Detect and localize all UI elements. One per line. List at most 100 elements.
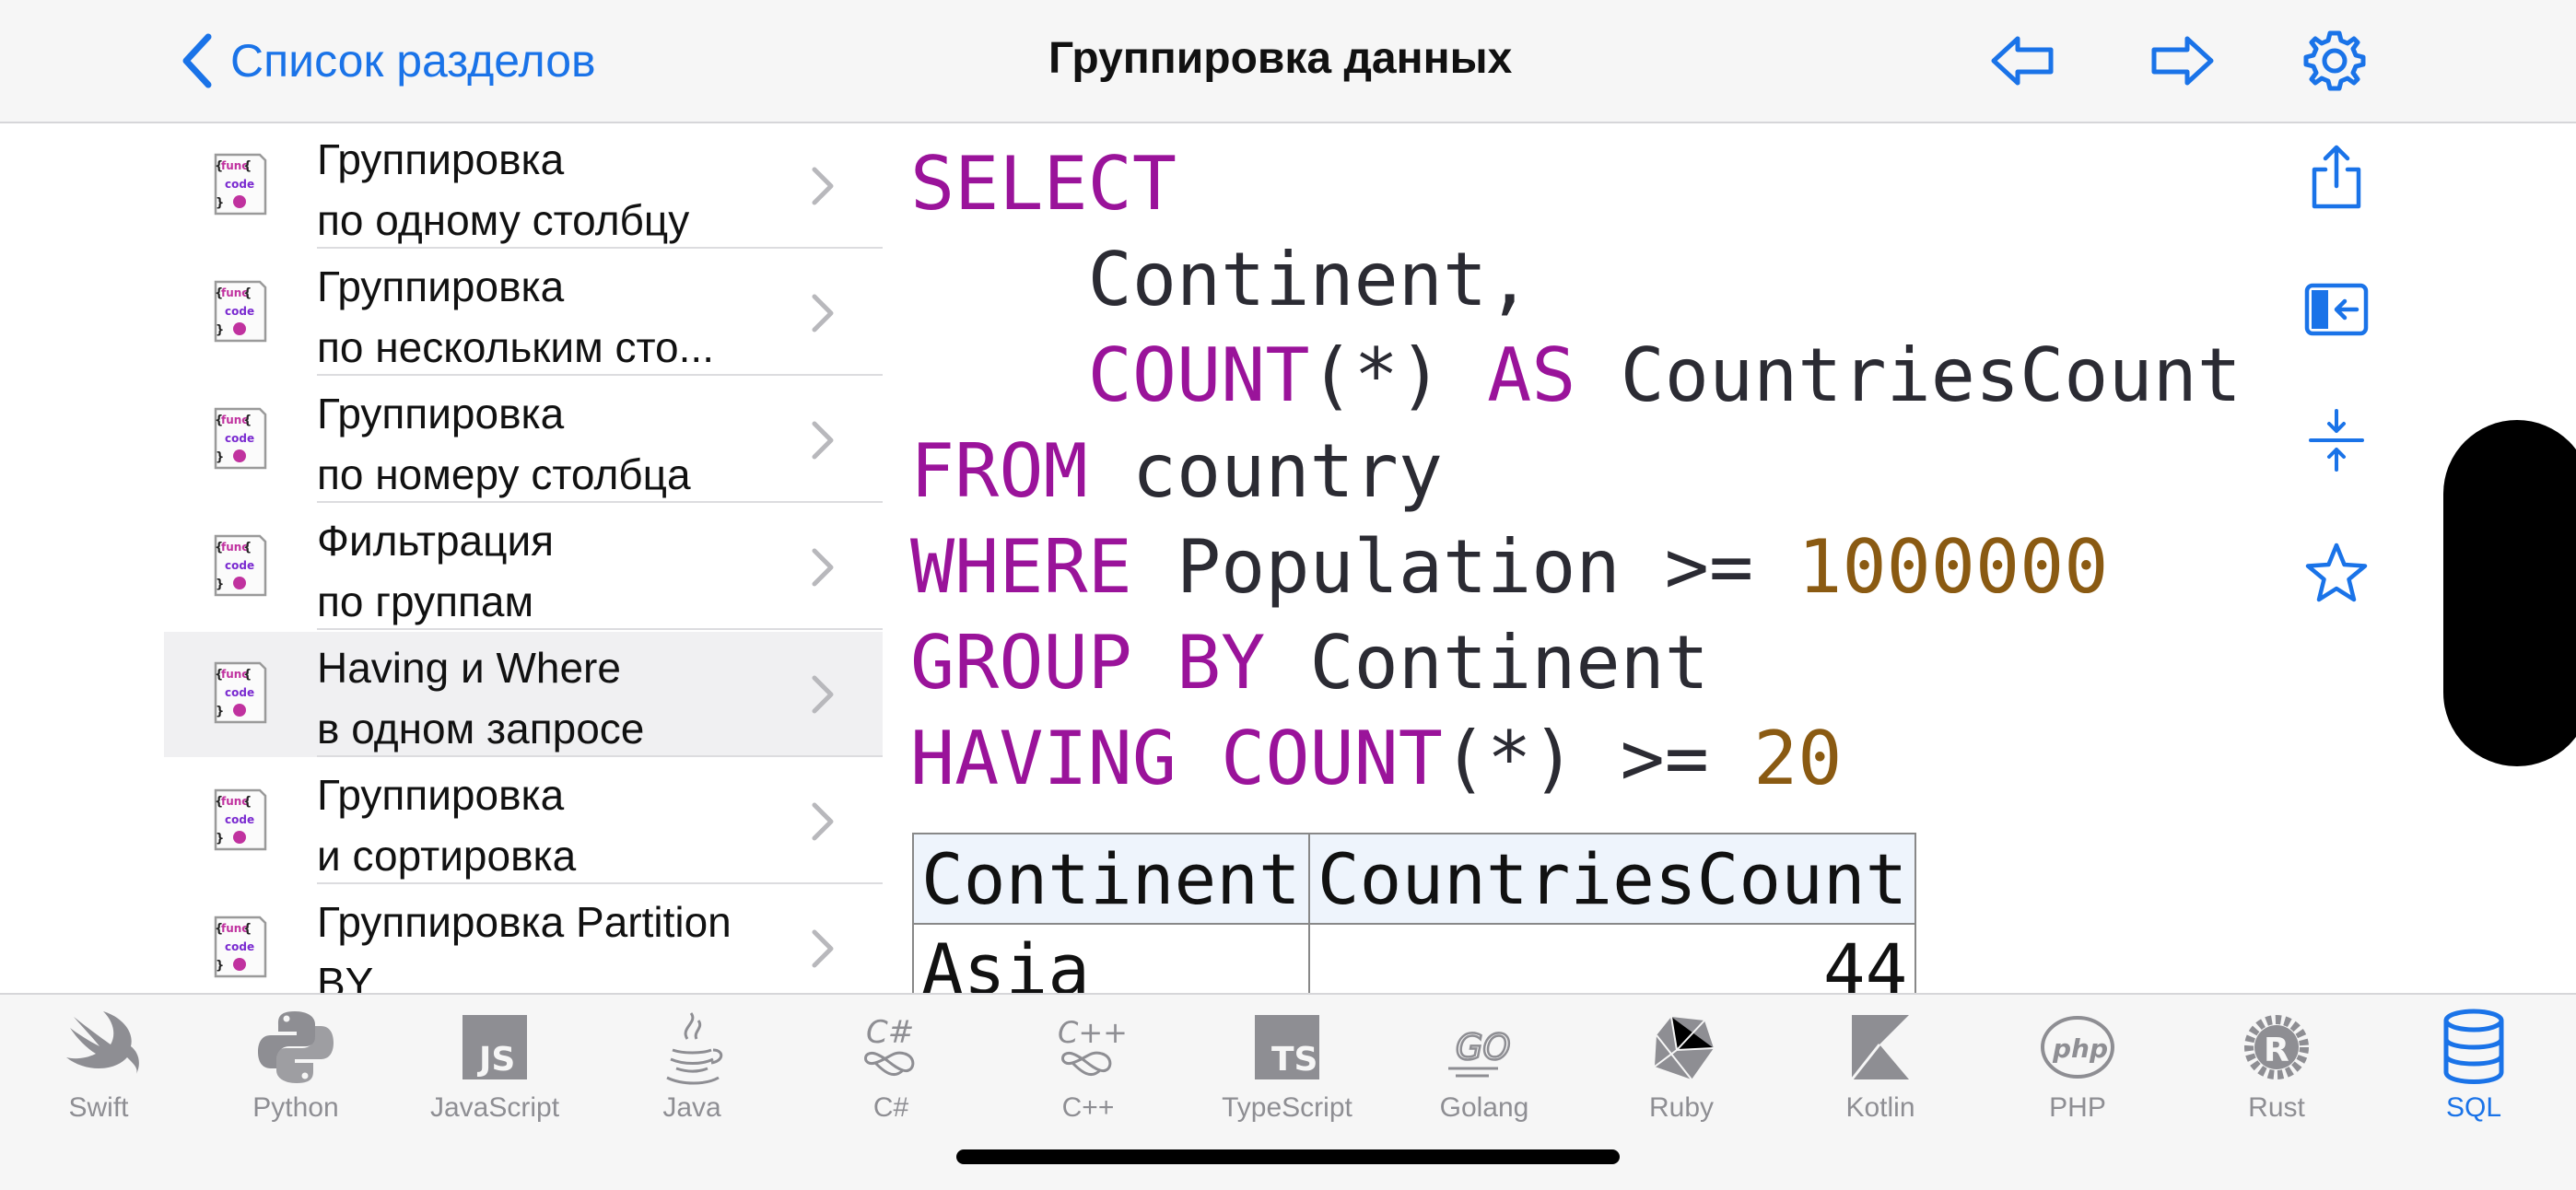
list-item[interactable]: {func{code} Группировка по номеру столбца (164, 378, 883, 503)
chevron-left-icon (182, 33, 212, 88)
list-item-title: Группировка Partition BY (317, 892, 796, 993)
func-code-icon: {func{code} (214, 280, 267, 343)
svg-text:}: } (216, 705, 224, 718)
func-code-icon: {func{code} (214, 153, 267, 216)
list-item-line1: Группировка Partition (317, 898, 732, 946)
gear-icon[interactable] (2301, 28, 2368, 94)
star-icon[interactable] (2303, 540, 2370, 606)
svg-text:php: php (2052, 1033, 2108, 1064)
tab-label: Ruby (1648, 1092, 1715, 1123)
list-item[interactable]: {func{code} Группировка и сортировка (164, 759, 883, 884)
svg-text:GO: GO (1456, 1027, 1510, 1068)
section-list: {func{code} Группировка по одному столбцу{… (164, 123, 883, 993)
code-condition: Population >= (1131, 524, 1798, 610)
chevron-right-icon (812, 421, 834, 460)
code-keyword-where: WHERE (910, 524, 1132, 610)
ruby-icon (1654, 1016, 1715, 1080)
table-header: CountriesCount (1307, 833, 1917, 925)
tab-label: Kotlin (1845, 1092, 1915, 1123)
list-item-line2: по нескольким сто... (317, 323, 714, 371)
list-item[interactable]: {func{code} Группировка по нескольким сто.… (164, 251, 883, 376)
tab-label: C++ (1061, 1092, 1115, 1123)
svg-text:code: code (225, 559, 254, 572)
list-item-title: Группировка по номеру столбца (317, 383, 796, 505)
list-item-line2: по номеру столбца (317, 450, 691, 498)
list-item-line2: по группам (317, 578, 534, 625)
tab-label: PHP (2049, 1092, 2106, 1123)
navigation-bar: Список разделов Группировка данных (0, 0, 2576, 123)
list-item-line1: Фильтрация (317, 517, 555, 565)
chevron-right-icon (812, 167, 834, 205)
svg-text:}: } (216, 323, 224, 337)
svg-text:}: } (216, 450, 224, 464)
chevron-right-icon (812, 675, 834, 714)
tab-c-[interactable]: C++ C++ (989, 1004, 1187, 1142)
tab-python[interactable]: Python (197, 1004, 394, 1142)
list-item[interactable]: {func{code} Фильтрация по группам (164, 505, 883, 630)
divider (317, 755, 883, 757)
code-number: 1000000 (1797, 524, 2109, 610)
svg-text:{: { (243, 668, 252, 682)
svg-text:}: } (216, 832, 224, 846)
func-code-icon: {func{code} (214, 534, 267, 597)
python-icon (258, 1011, 334, 1083)
divider (317, 882, 883, 884)
tab-php[interactable]: php PHP (1979, 1004, 2176, 1142)
tab-kotlin[interactable]: Kotlin (1782, 1004, 1979, 1142)
svg-text:}: } (216, 578, 224, 591)
tab-label: Python (252, 1092, 339, 1123)
arrow-right-icon[interactable] (2149, 31, 2215, 90)
svg-text:C++: C++ (1058, 1015, 1128, 1050)
tab-javascript[interactable]: JS JavaScript (396, 1004, 593, 1142)
arrow-left-icon[interactable] (1990, 31, 2056, 90)
code-keyword-group-by: GROUP BY (910, 620, 1266, 706)
list-item[interactable]: {func{code} Группировка Partition BY (164, 886, 883, 993)
database-icon (2443, 1009, 2504, 1084)
tab-label: Swift (68, 1092, 129, 1123)
page-title: Группировка данных (1048, 34, 1513, 83)
svg-text:code: code (225, 940, 254, 953)
tab-label: Golang (1439, 1092, 1529, 1123)
tab-typescript[interactable]: TS TypeScript (1188, 1004, 1386, 1142)
svg-text:{: { (243, 159, 252, 173)
tab-golang[interactable]: GO Golang (1386, 1004, 1583, 1142)
svg-text:code: code (225, 178, 254, 191)
typescript-icon: TS (1255, 1015, 1319, 1079)
func-code-icon: {func{code} (214, 661, 267, 724)
svg-text:{: { (243, 541, 252, 554)
tab-c-[interactable]: C# C# (792, 1004, 989, 1142)
list-item-line2: и сортировка (317, 832, 577, 880)
scroll-handle[interactable] (2443, 420, 2576, 766)
java-icon (666, 1012, 723, 1085)
chevron-right-icon (812, 929, 834, 968)
divider (317, 501, 883, 503)
home-indicator[interactable] (956, 1149, 1620, 1164)
share-icon[interactable] (2303, 144, 2370, 210)
collapse-icon[interactable] (2303, 407, 2370, 473)
tab-label: JavaScript (429, 1092, 560, 1123)
code-alias: CountriesCount (1575, 332, 2242, 418)
list-item[interactable]: {func{code} Having и Where в одном запросе (164, 632, 883, 757)
tab-rust[interactable]: R Rust (2178, 1004, 2375, 1142)
chevron-right-icon (812, 548, 834, 587)
tab-sql[interactable]: SQL (2375, 1004, 2572, 1142)
tab-label: C# (872, 1092, 909, 1123)
list-item-line1: Группировка (317, 135, 565, 183)
divider (317, 628, 883, 630)
tab-ruby[interactable]: Ruby (1583, 1004, 1780, 1142)
sidebar-toggle-icon[interactable] (2303, 276, 2370, 343)
list-item-line1: Having и Where (317, 644, 621, 692)
list-item[interactable]: {func{code} Группировка по одному столбцу (164, 123, 883, 249)
code-count-args: (*) (1309, 332, 1488, 418)
tab-swift[interactable]: Swift (0, 1004, 197, 1142)
code-function-count: COUNT (1087, 332, 1310, 418)
code-group-column: Continent (1265, 620, 1709, 706)
list-item-line1: Группировка (317, 771, 565, 819)
tab-java[interactable]: Java (593, 1004, 790, 1142)
svg-text:JS: JS (476, 1041, 515, 1079)
chevron-right-icon (812, 802, 834, 841)
back-button-label: Список разделов (230, 35, 596, 87)
code-table-name: country (1087, 428, 1443, 514)
back-button[interactable]: Список разделов (181, 28, 596, 94)
code-keyword-as: AS (1487, 332, 1576, 418)
